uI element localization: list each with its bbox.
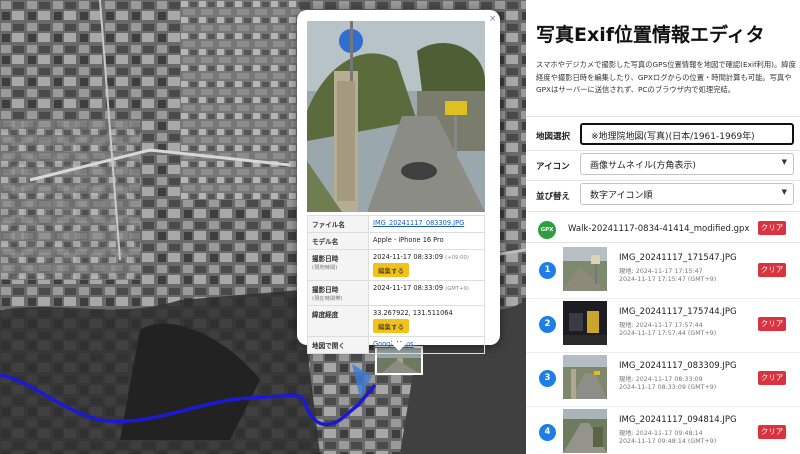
photo-gmt-time: 2024-11-17 08:33:09 (GMT+9) xyxy=(619,384,717,391)
icon-select[interactable]: 画像サムネイル(方角表示) ▼ xyxy=(580,153,794,175)
model-label: モデル名 xyxy=(307,232,369,250)
gpx-filename: Walk-20241117-0834-41414_modified.gpx xyxy=(568,224,750,234)
map-select-value: ※地理院地図(写真)(日本/1961-1969年) xyxy=(591,132,755,142)
shot-gmt-sub: (現在時間帯) xyxy=(312,296,343,302)
photo-info-popup: × ファイル名 IMG_20241117_083309.JPG モデル名 App… xyxy=(297,10,500,354)
photo-local-time: 現地: 2024-11-17 17:57:44 xyxy=(619,322,703,329)
edit-latlng-button[interactable]: 編集する xyxy=(373,319,409,333)
edit-datetime-button[interactable]: 編集する xyxy=(373,263,409,277)
photo-local-time: 現地: 2024-11-17 09:48:14 xyxy=(619,430,703,437)
latlng-value: 33.267922, 131.511064 xyxy=(373,309,453,317)
photo-gmt-time: 2024-11-17 17:15:47 (GMT+9) xyxy=(619,276,717,283)
sort-select[interactable]: 数字アイコン順 ▼ xyxy=(580,183,794,205)
sort-select-value: 数字アイコン順 xyxy=(590,191,653,201)
photo-list-item[interactable]: 1 IMG_20241117_171547.JPG 現地: 2024-11-17… xyxy=(526,244,800,300)
close-icon[interactable]: × xyxy=(489,14,497,24)
photo-info-table: ファイル名 IMG_20241117_083309.JPG モデル名 Apple… xyxy=(307,215,485,354)
photo-number-badge: 4 xyxy=(539,424,556,441)
shot-local-sub: (現地時間) xyxy=(312,265,338,271)
photo-local-time: 現地: 2024-11-17 08:33:09 xyxy=(619,376,703,383)
photo-filename: IMG_20241117_094814.JPG xyxy=(619,415,737,425)
map-select-label: 地図選択 xyxy=(536,132,571,142)
photo-clear-button[interactable]: クリア xyxy=(758,263,786,277)
photo-filename: IMG_20241117_083309.JPG xyxy=(619,361,737,371)
photo-filename: IMG_20241117_171547.JPG xyxy=(619,253,737,263)
photo-number-badge: 1 xyxy=(539,262,556,279)
popup-tip xyxy=(390,342,408,351)
photo-list-item[interactable]: 3 IMG_20241117_083309.JPG 現地: 2024-11-17… xyxy=(526,352,800,408)
photo-gmt-time: 2024-11-17 09:48:14 (GMT+9) xyxy=(619,438,717,445)
map-select[interactable]: ※地理院地図(写真)(日本/1961-1969年) xyxy=(580,123,794,145)
shot-gmt-tz: (GMT+9) xyxy=(445,286,469,292)
photo-clear-button[interactable]: クリア xyxy=(758,371,786,385)
gpx-icon: GPX xyxy=(538,221,556,239)
photo-number-badge: 2 xyxy=(539,316,556,333)
shot-local-tz: (+09:00) xyxy=(445,255,469,261)
photo-filename: IMG_20241117_175744.JPG xyxy=(619,307,737,317)
photo-local-time: 現地: 2024-11-17 17:15:47 xyxy=(619,268,703,275)
latlng-label: 緯度経度 xyxy=(307,305,369,337)
divider xyxy=(526,116,800,117)
photo-gmt-time: 2024-11-17 17:57:44 (GMT+9) xyxy=(619,330,717,337)
photo-clear-button[interactable]: クリア xyxy=(758,425,786,439)
divider xyxy=(526,180,800,181)
chevron-down-icon: ▼ xyxy=(781,188,787,196)
shot-gmt-label: 撮影日時 xyxy=(312,286,339,294)
icon-select-label: アイコン xyxy=(536,162,570,172)
shot-local-label: 撮影日時 xyxy=(312,255,339,263)
popup-photo xyxy=(307,21,485,212)
photo-thumbnail xyxy=(563,301,607,345)
shot-gmt-value: 2024-11-17 08:33:09 xyxy=(373,284,444,292)
app-description: スマホやデジカメで撮影した写真のGPS位置情報を地図で確認(Exif利用)。緯度… xyxy=(536,60,796,94)
photo-thumbnail xyxy=(563,409,607,453)
sort-select-label: 並び替え xyxy=(536,192,571,202)
photo-clear-button[interactable]: クリア xyxy=(758,317,786,331)
photo-thumbnail xyxy=(563,247,607,291)
app-title: 写真Exif位置情報エディタ xyxy=(536,24,765,46)
gpx-clear-button[interactable]: クリア xyxy=(758,221,786,235)
chevron-down-icon: ▼ xyxy=(781,158,787,166)
divider xyxy=(526,242,800,243)
filename-label: ファイル名 xyxy=(307,215,369,233)
divider xyxy=(526,150,800,151)
open-map-label: 地図で開く xyxy=(307,336,369,354)
photo-list-item[interactable]: 2 IMG_20241117_175744.JPG 現地: 2024-11-17… xyxy=(526,298,800,354)
side-panel: 写真Exif位置情報エディタ スマホやデジカメで撮影した写真のGPS位置情報を地… xyxy=(526,0,800,454)
photo-list-item[interactable]: 4 IMG_20241117_094814.JPG 現地: 2024-11-17… xyxy=(526,406,800,454)
filename-link[interactable]: IMG_20241117_083309.JPG xyxy=(373,219,464,227)
photo-thumbnail xyxy=(563,355,607,399)
shot-local-value: 2024-11-17 08:33:09 xyxy=(373,253,444,261)
divider xyxy=(526,211,800,212)
photo-number-badge: 3 xyxy=(539,370,556,387)
icon-select-value: 画像サムネイル(方角表示) xyxy=(590,161,696,171)
model-value: Apple - iPhone 16 Pro xyxy=(368,232,485,250)
